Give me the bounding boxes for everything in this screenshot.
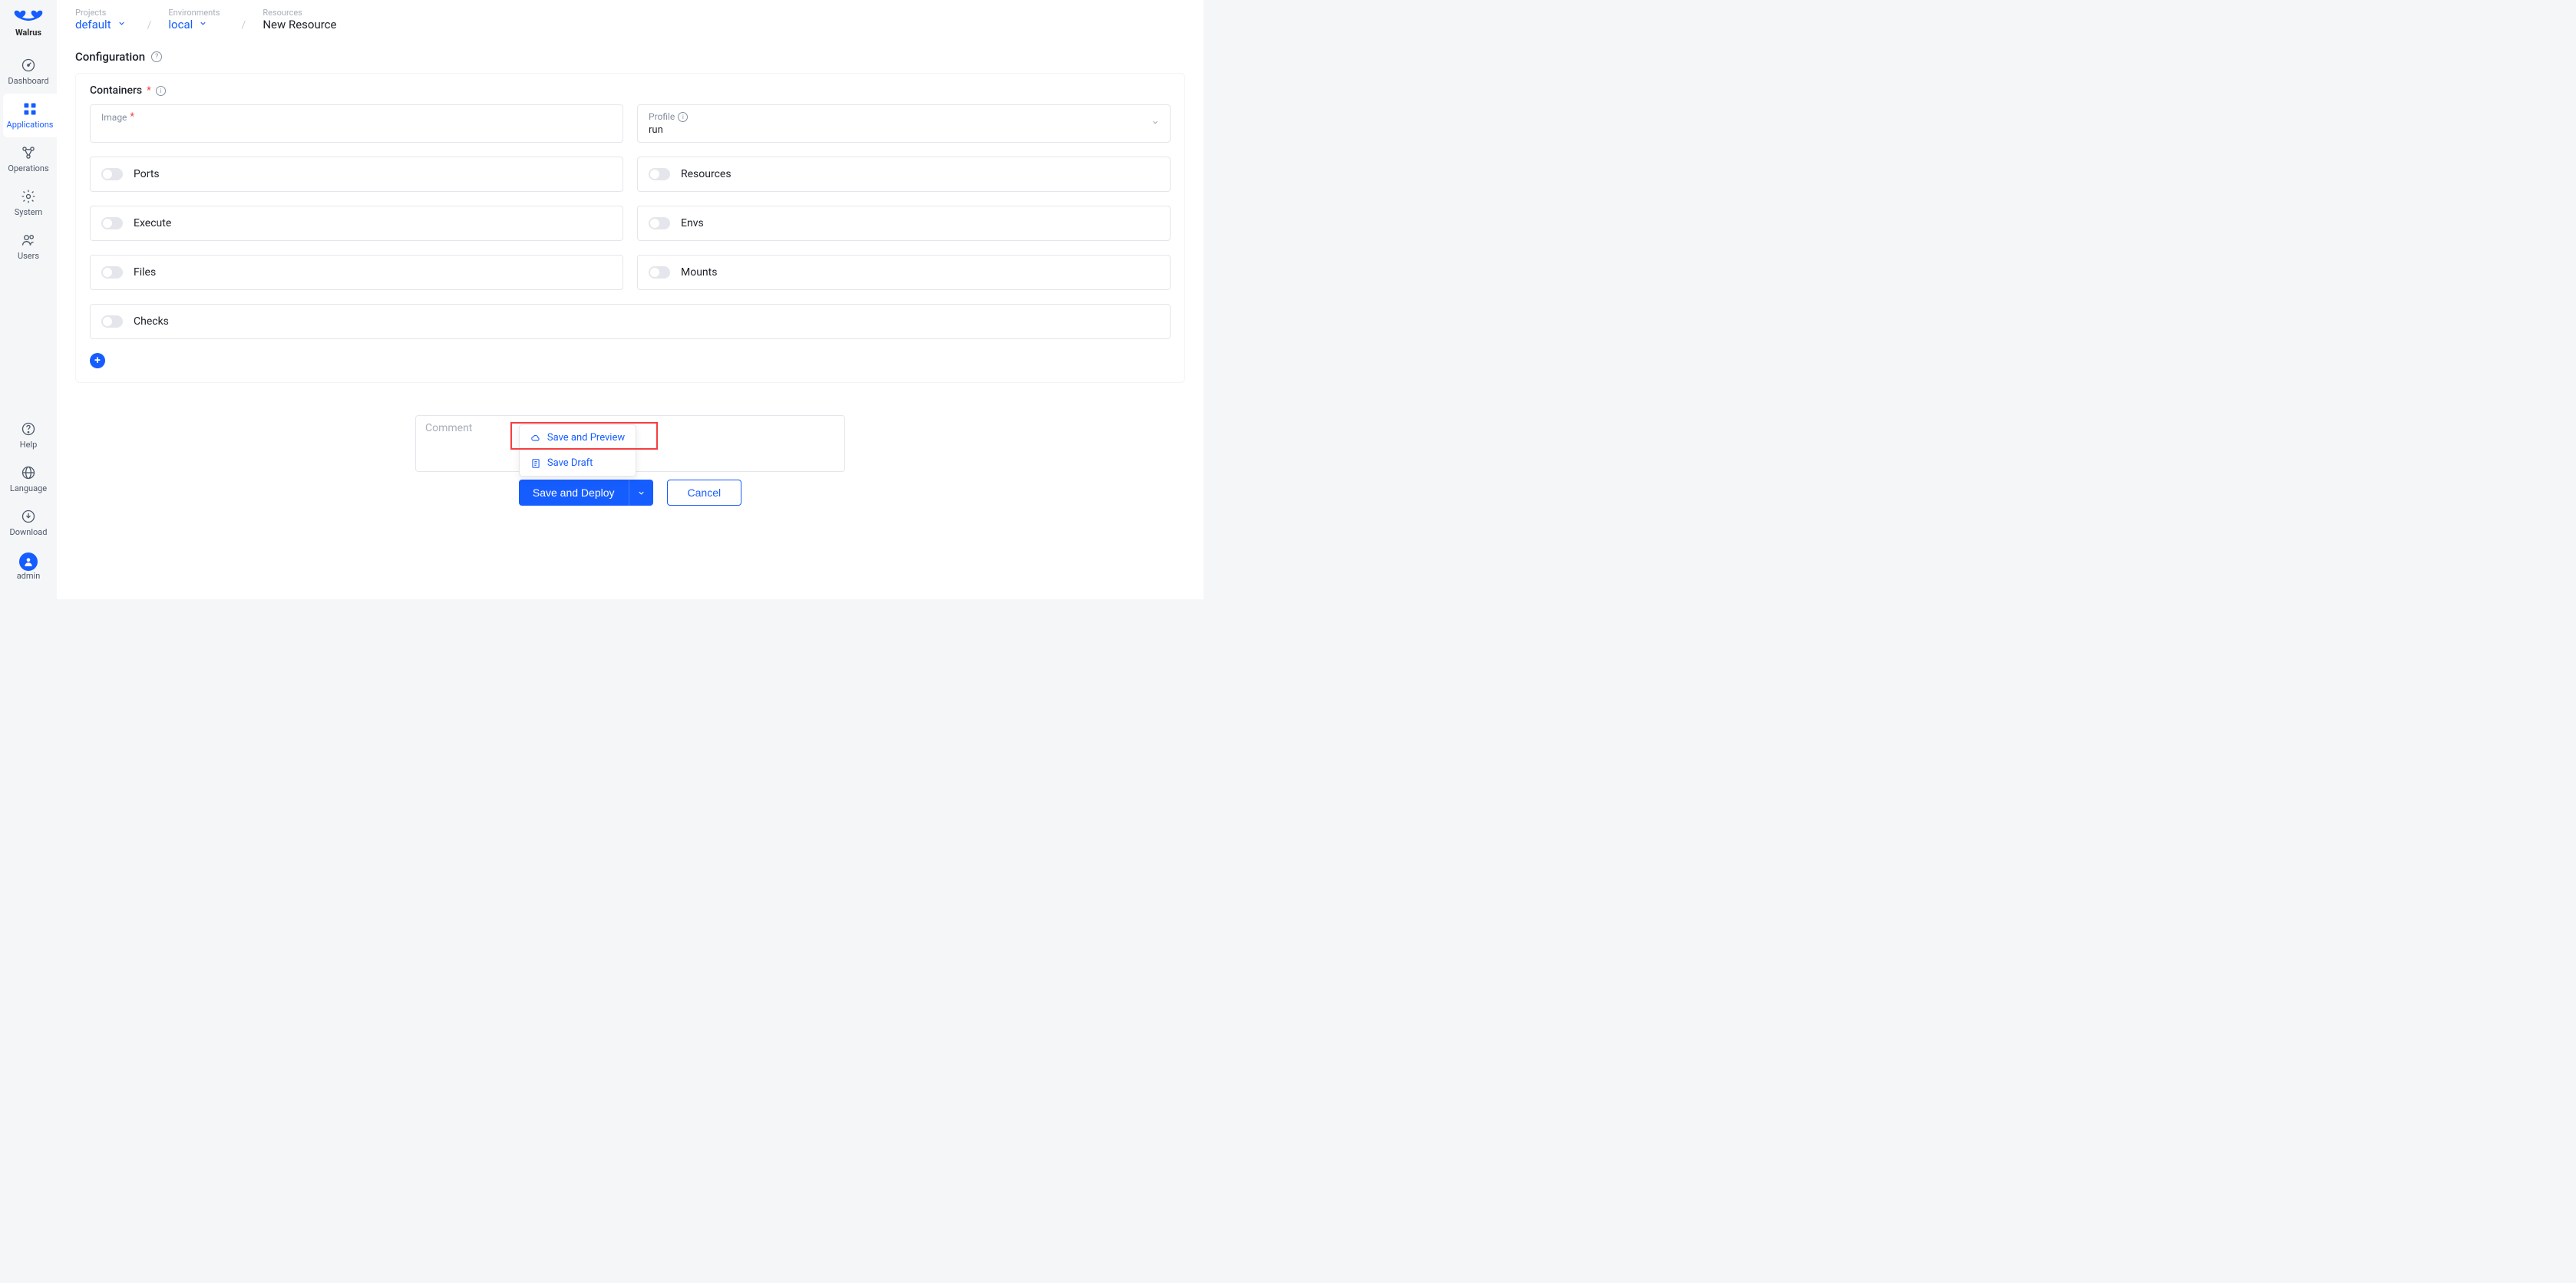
containers-title: Containers xyxy=(90,84,142,97)
envs-label: Envs xyxy=(681,217,704,229)
save-dropdown-toggle[interactable] xyxy=(629,480,653,506)
ports-toggle-row: Ports xyxy=(90,157,623,192)
download-icon xyxy=(21,509,36,524)
cancel-button[interactable]: Cancel xyxy=(667,480,742,506)
breadcrumb-projects-value[interactable]: default xyxy=(75,18,111,31)
ports-toggle[interactable] xyxy=(101,168,123,180)
checks-label: Checks xyxy=(134,315,169,328)
sidebar-item-users[interactable]: Users xyxy=(0,225,57,269)
sidebar-item-system[interactable]: System xyxy=(0,181,57,225)
ports-label: Ports xyxy=(134,168,160,180)
files-toggle[interactable] xyxy=(101,266,123,279)
sidebar-item-download[interactable]: Download xyxy=(0,501,57,545)
save-draft-option[interactable]: Save Draft xyxy=(520,450,636,476)
comment-placeholder: Comment xyxy=(425,422,472,434)
sidebar-item-dashboard[interactable]: Dashboard xyxy=(0,50,57,94)
save-dropdown-menu: Save and Preview Save Draft xyxy=(519,424,636,477)
logo-text: Walrus xyxy=(15,28,41,38)
main-content: Projects default / Environments local xyxy=(57,0,1204,599)
image-field[interactable]: Image * xyxy=(90,104,623,143)
containers-card: Containers * i Image * Profile i run xyxy=(75,73,1185,383)
execute-label: Execute xyxy=(134,217,171,229)
execute-toggle-row: Execute xyxy=(90,206,623,241)
help-icon xyxy=(21,421,36,437)
execute-toggle[interactable] xyxy=(101,217,123,229)
cloud-icon xyxy=(530,433,541,444)
sidebar: Walrus Dashboard Applications Operations… xyxy=(0,0,57,599)
section-title: Configuration xyxy=(75,50,145,64)
resources-label: Resources xyxy=(681,168,732,180)
save-deploy-button[interactable]: Save and Deploy xyxy=(519,480,629,506)
mounts-label: Mounts xyxy=(681,266,717,279)
gear-icon xyxy=(21,189,36,204)
sidebar-item-user[interactable]: admin xyxy=(0,545,57,589)
nodes-icon xyxy=(21,145,36,160)
files-label: Files xyxy=(134,266,156,279)
sidebar-item-applications[interactable]: Applications xyxy=(3,94,57,137)
document-icon xyxy=(530,458,541,469)
resources-toggle-row: Resources xyxy=(637,157,1171,192)
checks-toggle-row: Checks xyxy=(90,304,1171,339)
chevron-down-icon xyxy=(1151,119,1159,129)
breadcrumb-separator: / xyxy=(242,19,246,31)
sidebar-item-language[interactable]: Language xyxy=(0,457,57,501)
apps-icon xyxy=(22,101,38,117)
info-icon[interactable]: i xyxy=(156,86,166,96)
chevron-down-icon[interactable] xyxy=(117,18,126,31)
mounts-toggle-row: Mounts xyxy=(637,255,1171,290)
breadcrumb-resources-title: Resources xyxy=(263,8,336,18)
sidebar-item-help[interactable]: Help xyxy=(0,414,57,457)
mounts-toggle[interactable] xyxy=(649,266,670,279)
walrus-logo-icon xyxy=(12,8,45,26)
breadcrumb-resources-value: New Resource xyxy=(263,18,336,31)
breadcrumb: Projects default / Environments local xyxy=(57,0,1204,31)
breadcrumb-environments-title: Environments xyxy=(168,8,220,18)
profile-value: run xyxy=(649,124,1159,136)
logo[interactable]: Walrus xyxy=(12,0,45,42)
envs-toggle-row: Envs xyxy=(637,206,1171,241)
breadcrumb-projects-title: Projects xyxy=(75,8,126,18)
info-icon[interactable]: i xyxy=(678,112,688,122)
add-container-button[interactable]: + xyxy=(90,353,105,368)
breadcrumb-environments-value[interactable]: local xyxy=(168,18,193,31)
required-marker: * xyxy=(147,85,151,97)
avatar-icon xyxy=(19,552,38,571)
save-preview-option[interactable]: Save and Preview xyxy=(520,425,636,450)
profile-select[interactable]: Profile i run xyxy=(637,104,1171,143)
envs-toggle[interactable] xyxy=(649,217,670,229)
help-tooltip-icon[interactable]: ? xyxy=(151,51,162,62)
breadcrumb-separator: / xyxy=(147,19,152,31)
users-icon xyxy=(21,233,36,248)
chevron-down-icon xyxy=(637,489,646,497)
files-toggle-row: Files xyxy=(90,255,623,290)
footer: Comment Save and Preview Save Draft xyxy=(57,392,1204,521)
gauge-icon xyxy=(21,58,36,73)
checks-toggle[interactable] xyxy=(101,315,123,328)
globe-icon xyxy=(21,465,36,480)
resources-toggle[interactable] xyxy=(649,168,670,180)
required-marker: * xyxy=(130,111,134,123)
sidebar-item-operations[interactable]: Operations xyxy=(0,137,57,181)
chevron-down-icon[interactable] xyxy=(199,18,207,31)
